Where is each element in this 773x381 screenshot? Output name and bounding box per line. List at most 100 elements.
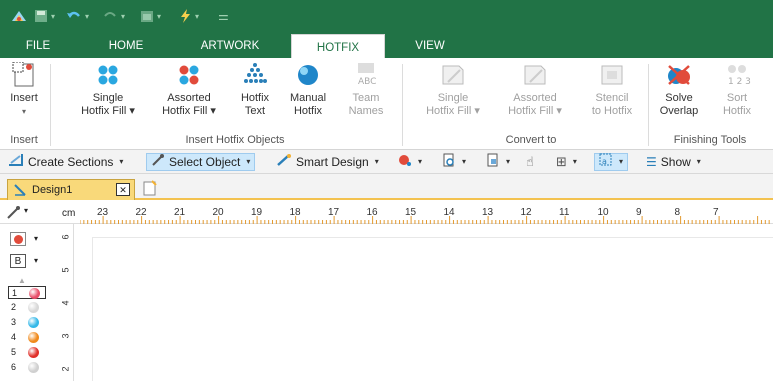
select-object-button[interactable]: Select Object ▾ — [146, 153, 256, 172]
layer-letter-dropdown[interactable]: ▾ — [34, 256, 38, 265]
color-tool-button[interactable]: ▾ — [398, 153, 422, 171]
smart-design-icon — [276, 153, 292, 172]
design-canvas[interactable] — [92, 237, 773, 381]
group-label-insert: Insert — [10, 134, 38, 146]
layer-number: 1 — [12, 288, 18, 298]
pen-tool-icon[interactable] — [6, 206, 22, 223]
undo-icon[interactable]: ▾ — [66, 8, 92, 24]
hotfix-text-button[interactable]: Hotfix Text — [232, 62, 278, 118]
select-object-icon — [151, 153, 165, 172]
group-separator — [648, 64, 649, 146]
layer-color-icon — [28, 317, 39, 328]
zoom-page-button[interactable]: ▾ — [442, 153, 466, 171]
ruler-label: 20 — [212, 207, 224, 218]
ruler-label: 11 — [559, 207, 570, 218]
convert-single-hotfix-fill-button[interactable]: Single Hotfix Fill ▾ — [418, 62, 488, 118]
layer-number: 6 — [11, 362, 17, 372]
close-icon[interactable]: ✕ — [116, 183, 130, 196]
new-document-icon[interactable] — [142, 180, 158, 199]
insert-button[interactable]: Insert ▾ — [6, 61, 42, 118]
ruler-label: 17 — [328, 207, 340, 218]
ruler-label: 16 — [366, 207, 378, 218]
layer-item[interactable]: 2 — [8, 301, 46, 314]
grid-button[interactable]: ⊞ ▾ — [556, 153, 577, 171]
ribbon: Insert ▾ Insert Single Hotfix Fill ▾ Ass… — [0, 58, 773, 150]
ruler-unit: cm — [62, 208, 76, 219]
layer-item[interactable]: 3 — [8, 316, 46, 329]
ruler-label: 21 — [174, 207, 186, 218]
save-icon[interactable]: ▾ — [34, 8, 58, 24]
color-picker-button[interactable] — [10, 232, 26, 246]
team-names-icon: ABC — [352, 62, 380, 88]
single-hotfix-fill-icon — [94, 62, 122, 88]
layer-color-icon — [28, 347, 39, 358]
show-button[interactable]: ☰ Show ▾ — [646, 153, 701, 171]
layer-item[interactable]: 5 — [8, 346, 46, 359]
create-sections-button[interactable]: Create Sections ▾ — [8, 153, 123, 171]
manual-hotfix-icon — [294, 62, 322, 88]
team-names-button[interactable]: ABC Team Names — [340, 62, 392, 118]
tab-file[interactable]: FILE — [18, 33, 58, 58]
stencil-icon — [598, 62, 626, 88]
stencil-to-hotfix-button[interactable]: Stencil to Hotfix — [580, 62, 644, 118]
ruler-label: 12 — [520, 207, 532, 218]
layer-letter-button[interactable]: B — [10, 254, 26, 268]
convert-assorted-icon — [521, 62, 549, 88]
layer-item[interactable]: 4 — [8, 331, 46, 344]
customize-icon[interactable]: ⚌ — [218, 8, 229, 24]
layer-color-icon — [28, 332, 39, 343]
ruler-label: 10 — [597, 207, 609, 218]
vertical-ruler-label: 2 — [60, 366, 71, 372]
solve-overlap-button[interactable]: Solve Overlap — [654, 62, 704, 118]
redo-icon[interactable]: ▾ — [102, 8, 128, 24]
ruler-label: 13 — [482, 207, 494, 218]
group-label-finishing-tools: Finishing Tools — [673, 134, 747, 146]
layer-number: 4 — [11, 332, 17, 342]
color-picker-dropdown[interactable]: ▾ — [34, 234, 38, 243]
lightning-icon[interactable]: ▾ — [178, 8, 202, 24]
vertical-ruler: 6 5 4 3 2 — [60, 224, 74, 381]
zoom-fit-button[interactable]: a ▾ — [594, 153, 629, 171]
zoom-page-icon — [442, 153, 456, 172]
ruler-label: 9 — [636, 207, 642, 218]
layer-item[interactable]: 1 — [8, 286, 46, 299]
ruler-label: 22 — [135, 207, 147, 218]
design-icon — [13, 183, 27, 200]
ruler-label: 23 — [97, 207, 109, 218]
svg-text:a: a — [602, 157, 607, 166]
layer-color-icon — [29, 288, 40, 299]
assorted-hotfix-fill-icon — [175, 62, 203, 88]
group-label-convert-to: Convert to — [505, 134, 557, 146]
title-bar: ▾ ▾ ▾ ▾ ▾ ⚌ — [0, 0, 773, 33]
calendar-icon[interactable]: ▾ — [140, 8, 164, 24]
layer-number: 3 — [11, 317, 17, 327]
scroll-up-icon[interactable]: ▲ — [18, 276, 26, 285]
manual-hotfix-button[interactable]: Manual Hotfix — [282, 62, 334, 118]
tab-hotfix[interactable]: HOTFIX — [291, 34, 385, 59]
zoom-area-button[interactable]: ▾ — [486, 153, 510, 171]
convert-assorted-hotfix-fill-button[interactable]: Assorted Hotfix Fill ▾ — [500, 62, 570, 118]
zoom-area-icon — [486, 153, 500, 172]
single-hotfix-fill-button[interactable]: Single Hotfix Fill ▾ — [70, 62, 146, 118]
convert-single-icon — [439, 62, 467, 88]
vertical-ruler-label: 6 — [60, 234, 71, 240]
ruler-label: 8 — [674, 207, 681, 218]
sort-hotfix-icon: 1 2 3 — [723, 62, 751, 88]
vertical-ruler-label: 3 — [60, 333, 71, 339]
sort-hotfix-button[interactable]: 1 2 3 Sort Hotfix — [712, 62, 762, 118]
tab-view[interactable]: VIEW — [400, 33, 460, 58]
assorted-hotfix-fill-button[interactable]: Assorted Hotfix Fill ▾ — [150, 62, 228, 118]
color-dot-icon — [398, 153, 412, 172]
pan-tool-button[interactable]: ☝ — [526, 153, 534, 171]
tab-home[interactable]: HOME — [96, 33, 156, 58]
tab-artwork[interactable]: ARTWORK — [190, 33, 270, 58]
hotfix-text-icon — [241, 62, 269, 88]
tab-design1[interactable]: Design1 ✕ — [7, 179, 135, 200]
app-logo-icon[interactable] — [10, 8, 28, 24]
layer-number: 5 — [11, 347, 17, 357]
ruler-label: 14 — [443, 207, 455, 218]
layer-item[interactable]: 6 — [8, 361, 46, 374]
pen-tool-dropdown[interactable]: ▾ — [24, 206, 28, 215]
layer-number: 2 — [11, 302, 17, 312]
smart-design-button[interactable]: Smart Design ▾ — [276, 153, 379, 171]
